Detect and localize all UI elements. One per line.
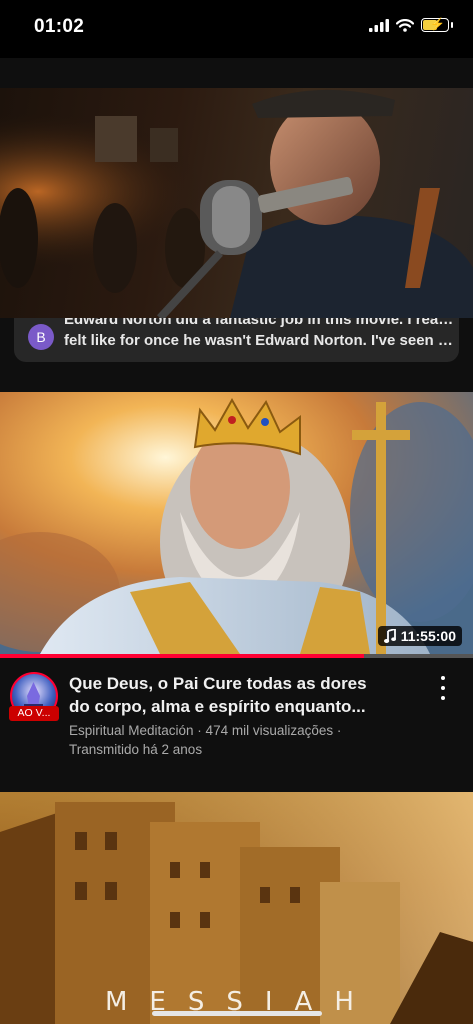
more-options-icon[interactable] [433, 676, 453, 700]
charging-bolt-icon: ⚡ [430, 17, 445, 31]
video-title[interactable]: Que Deus, o Pai Cure todas as dores do c… [69, 672, 414, 718]
comment-line-1: Edward Norton did a fantastic job in thi… [64, 318, 454, 328]
status-bar: 01:02 ⚡ [0, 0, 473, 58]
video-title-line-2: do corpo, alma e espírito enquanto... [69, 697, 366, 716]
crowned-king-image [0, 392, 473, 654]
status-icons: ⚡ [369, 17, 453, 32]
video-metadata: Espiritual Meditación · 474 mil visualiz… [69, 721, 341, 759]
battery-icon: ⚡ [421, 17, 449, 32]
duration-badge: 11:55:00 [377, 626, 462, 646]
music-note-icon [383, 629, 396, 643]
video-thumbnail-messiah[interactable]: MESSIAH [0, 792, 473, 1024]
commenter-avatar: B [28, 324, 54, 350]
live-badge: AO V... [9, 706, 59, 721]
video-metadata-line-2: Transmitido há 2 anos [69, 742, 203, 757]
cellular-signal-icon [369, 18, 389, 32]
video-thumbnail-king[interactable]: 11:55:00 [0, 392, 473, 654]
comment-text: Edward Norton did a fantastic job in thi… [64, 318, 454, 351]
duration-text: 11:55:00 [400, 628, 456, 644]
harmonica-player-image [0, 88, 473, 318]
comment-line-2: felt like for once he wasn't Edward Nort… [64, 332, 454, 349]
video-thumbnail-harmonica[interactable] [0, 88, 473, 318]
video-metadata-line-1: Espiritual Meditación · 474 mil visualiz… [69, 723, 342, 738]
wifi-icon [396, 18, 414, 32]
status-time: 01:02 [34, 16, 85, 37]
home-indicator[interactable] [152, 1011, 322, 1016]
comment-preview-card[interactable]: B Edward Norton did a fantastic job in t… [14, 318, 459, 362]
video-title-line-1: Que Deus, o Pai Cure todas as dores [69, 674, 367, 693]
video-meta: AO V... Que Deus, o Pai Cure todas as do… [0, 658, 473, 792]
